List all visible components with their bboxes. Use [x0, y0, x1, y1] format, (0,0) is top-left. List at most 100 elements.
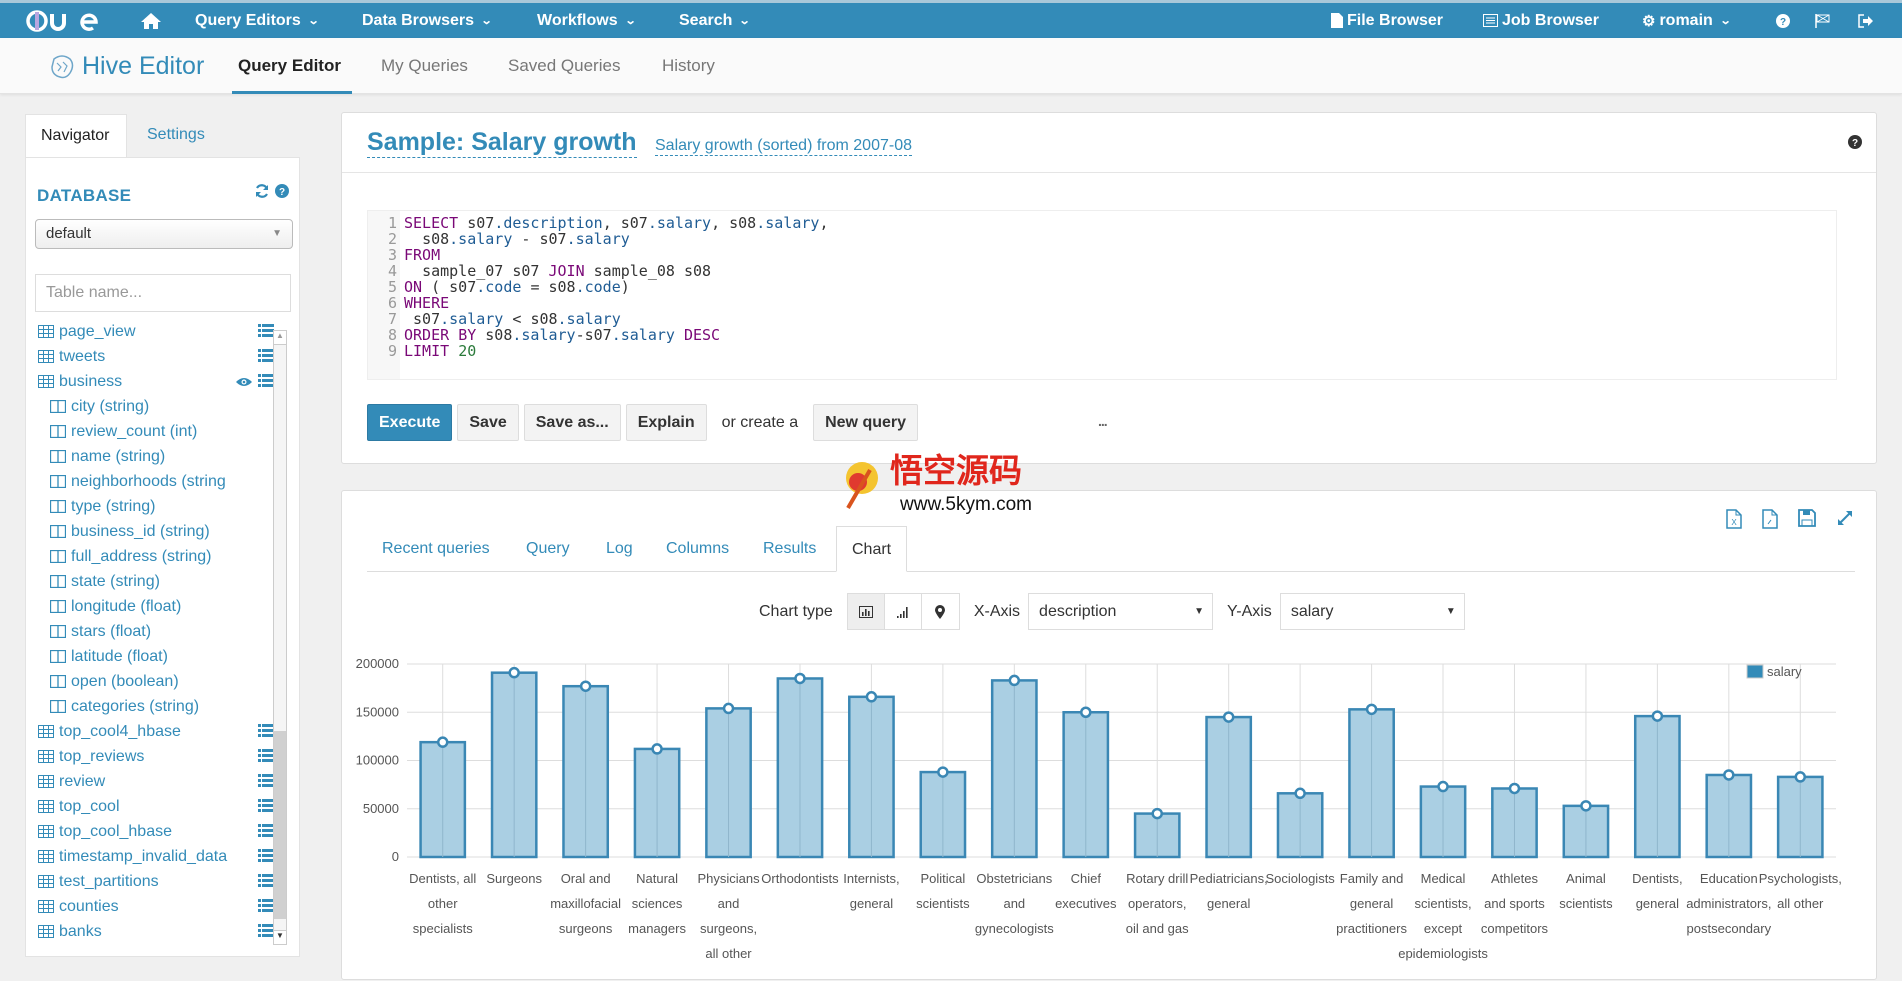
scroll-up-arrow[interactable]: ▲: [274, 331, 286, 345]
column-item[interactable]: state (string): [38, 569, 278, 594]
bar-chart-icon[interactable]: [847, 594, 885, 629]
table-item[interactable]: top_cool_hbase: [38, 819, 278, 844]
table-item[interactable]: top_cool4_hbase: [38, 719, 278, 744]
logout-icon[interactable]: [1858, 13, 1873, 28]
tab-recent-queries[interactable]: Recent queries: [367, 526, 505, 572]
query-title[interactable]: Sample: Salary growth: [367, 128, 637, 158]
home-icon[interactable]: [140, 12, 162, 30]
nav-data-browsers[interactable]: Data Browsers ⌄: [362, 12, 493, 30]
sidebar-tab-settings[interactable]: Settings: [132, 114, 220, 158]
table-item[interactable]: business: [38, 369, 278, 394]
sidebar-tab-navigator[interactable]: Navigator: [25, 114, 127, 158]
eye-icon[interactable]: [236, 374, 252, 392]
list-icon[interactable]: [258, 924, 274, 942]
column-item[interactable]: latitude (float): [38, 644, 278, 669]
line-numbers: 123456789: [368, 211, 400, 379]
column-item[interactable]: stars (float): [38, 619, 278, 644]
list-icon[interactable]: [258, 324, 274, 342]
list-icon[interactable]: [258, 849, 274, 867]
save-button[interactable]: Save: [457, 404, 519, 441]
list-icon[interactable]: [258, 749, 274, 767]
scroll-down-arrow[interactable]: ▼: [274, 930, 286, 944]
list-icon[interactable]: [258, 824, 274, 842]
x-axis-select[interactable]: description ▼: [1028, 593, 1214, 630]
query-description[interactable]: Salary growth (sorted) from 2007-08: [655, 137, 912, 156]
table-item[interactable]: timestamp_invalid_data: [38, 844, 278, 869]
list-icon[interactable]: [258, 349, 274, 367]
table-item[interactable]: counties: [38, 894, 278, 919]
column-item[interactable]: review_count (int): [38, 419, 278, 444]
nav-query-editors[interactable]: Query Editors ⌄: [195, 12, 320, 30]
database-select[interactable]: default ▼: [35, 219, 293, 249]
y-axis-select[interactable]: salary ▼: [1279, 593, 1465, 630]
chevron-down-icon: ⌄: [307, 15, 320, 27]
column-icon: [49, 424, 67, 439]
save-as-button[interactable]: Save as...: [523, 404, 621, 441]
table-item[interactable]: tweets: [38, 344, 278, 369]
new-query-button[interactable]: New query: [813, 404, 919, 441]
column-item[interactable]: name (string): [38, 444, 278, 469]
column-item[interactable]: full_address (string): [38, 544, 278, 569]
y-tick-label: 200000: [356, 656, 399, 671]
table-item[interactable]: top_reviews: [38, 744, 278, 769]
help-icon[interactable]: ?: [1776, 13, 1790, 28]
tab-results[interactable]: Results: [748, 526, 831, 572]
column-item[interactable]: longitude (float): [38, 594, 278, 619]
tab-saved-queries[interactable]: Saved Queries: [508, 56, 620, 76]
app-title[interactable]: Hive Editor: [48, 52, 204, 81]
list-icon[interactable]: [258, 774, 274, 792]
x-tick-label: Psychologists,: [1759, 871, 1842, 886]
column-item[interactable]: type (string): [38, 494, 278, 519]
tab-chart[interactable]: Chart: [836, 526, 908, 572]
active-tab-indicator: [232, 91, 352, 94]
map-marker-icon[interactable]: [922, 594, 959, 629]
nav-search[interactable]: Search ⌄: [679, 12, 751, 30]
tab-history[interactable]: History: [662, 56, 715, 76]
list-icon[interactable]: [258, 724, 274, 742]
flag-icon[interactable]: [1815, 13, 1830, 28]
x-tick-label: Education: [1700, 871, 1758, 886]
navigator-scrollbar[interactable]: ▲ ▼: [273, 330, 287, 945]
line-number: 1: [387, 214, 397, 232]
list-icon[interactable]: [258, 899, 274, 917]
column-item[interactable]: city (string): [38, 394, 278, 419]
list-icon[interactable]: [258, 874, 274, 892]
table-item[interactable]: review: [38, 769, 278, 794]
list-icon[interactable]: [258, 374, 274, 392]
hue-logo[interactable]: [26, 9, 100, 32]
job-browser-link[interactable]: Job Browser: [1483, 12, 1599, 30]
help-icon[interactable]: ?: [275, 184, 289, 202]
explain-button[interactable]: Explain: [625, 404, 707, 441]
table-item[interactable]: top_cool: [38, 794, 278, 819]
execute-button[interactable]: Execute: [367, 404, 453, 441]
tab-query[interactable]: Query: [511, 526, 585, 572]
table-name-search[interactable]: [35, 274, 291, 312]
user-menu[interactable]: ⚙ romain ⌄: [1642, 12, 1731, 30]
column-item[interactable]: categories (string): [38, 694, 278, 719]
table-item[interactable]: test_partitions: [38, 869, 278, 894]
refresh-icon[interactable]: [255, 184, 269, 202]
line-chart-icon[interactable]: [885, 594, 922, 629]
table-item[interactable]: page_view: [38, 319, 278, 344]
table-item[interactable]: banks: [38, 919, 278, 944]
code-line: s08.salary - s07.salary: [422, 230, 630, 248]
tree-item-label: stars (float): [71, 622, 152, 640]
column-item[interactable]: neighborhoods (string: [38, 469, 278, 494]
x-tick-label: and sports: [1484, 896, 1545, 911]
data-point: [436, 736, 449, 748]
tab-columns[interactable]: Columns: [651, 526, 744, 572]
scroll-thumb[interactable]: [274, 731, 286, 919]
nav-workflows[interactable]: Workflows ⌄: [537, 12, 636, 30]
column-item[interactable]: open (boolean): [38, 669, 278, 694]
caret-down-icon: ▼: [1194, 606, 1205, 617]
list-icon[interactable]: [258, 799, 274, 817]
tab-my-queries[interactable]: My Queries: [381, 56, 468, 76]
file-browser-link[interactable]: File Browser: [1331, 12, 1443, 30]
sql-code-editor[interactable]: 123456789 SELECT s07.description, s07.sa…: [367, 210, 1837, 380]
tab-query-editor[interactable]: Query Editor: [238, 56, 341, 76]
legend-label: salary: [1767, 664, 1802, 679]
tab-log[interactable]: Log: [591, 526, 648, 572]
more-options-icon[interactable]: ...: [1098, 413, 1108, 429]
column-item[interactable]: business_id (string): [38, 519, 278, 544]
help-icon[interactable]: ?: [1848, 135, 1862, 153]
